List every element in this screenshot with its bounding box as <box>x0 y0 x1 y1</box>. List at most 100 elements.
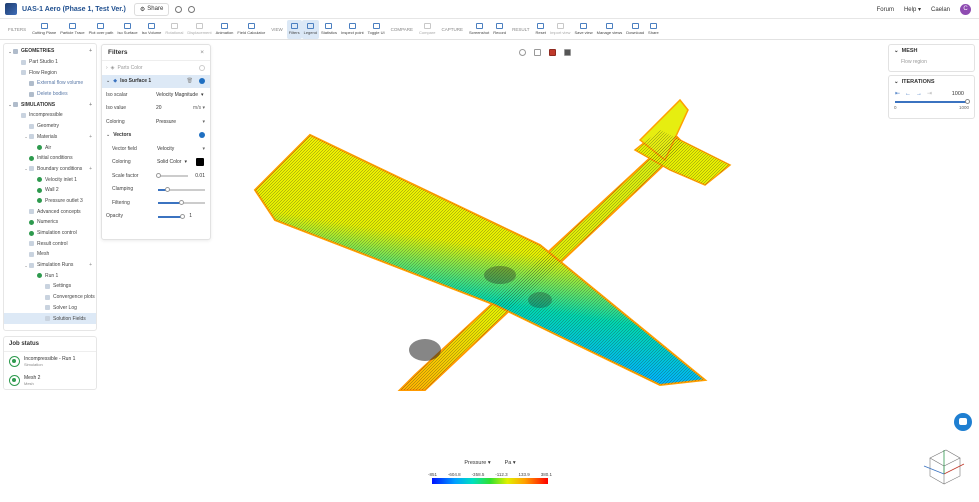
toolbar-button-statistics[interactable]: Statistics <box>319 20 339 39</box>
toolbar-button-reset[interactable]: Reset <box>534 20 548 39</box>
tree-item[interactable]: Simulation control <box>4 228 96 239</box>
slider-knob[interactable] <box>179 200 184 205</box>
color-swatch[interactable] <box>196 158 204 167</box>
tree-item[interactable]: Flow Region <box>4 67 96 78</box>
chat-button[interactable] <box>954 413 972 431</box>
toolbar-button-iso-surface[interactable]: Iso Surface <box>115 20 139 39</box>
forum-link[interactable]: Forum <box>877 7 894 13</box>
tree-item[interactable]: Advanced concepts <box>4 206 96 217</box>
close-icon[interactable]: × <box>200 49 204 56</box>
tree-item[interactable]: Part Studio 1 <box>4 57 96 68</box>
tree-item[interactable]: Velocity inlet 1 <box>4 174 96 185</box>
add-icon[interactable]: + <box>89 262 92 268</box>
toolbar-button-import-view[interactable]: Import view <box>548 20 572 39</box>
job-item[interactable]: Incompressible - Run 1 Simulation <box>4 352 96 371</box>
first-step-icon[interactable]: ⇤ <box>895 90 900 97</box>
toolbar-button-animation[interactable]: Animation <box>214 20 236 39</box>
delete-icon[interactable]: 🗑 <box>187 78 193 84</box>
scale-factor-slider[interactable] <box>155 173 188 178</box>
opacity-value[interactable]: 1 <box>189 213 192 219</box>
toolbar-button-legend[interactable]: Legend <box>301 19 319 39</box>
toolbar-button-manage-views[interactable]: Manage views <box>595 20 625 39</box>
tree-item[interactable]: Solution Fields <box>4 313 96 324</box>
view-settings-icon[interactable] <box>519 49 526 56</box>
avatar[interactable]: C <box>960 4 971 15</box>
parts-color-toggle[interactable] <box>199 64 205 71</box>
toolbar-button-toggle-ui[interactable]: Toggle UI <box>366 20 387 39</box>
vector-field-select[interactable]: Velocity <box>157 146 174 152</box>
surface-edges-icon[interactable] <box>564 49 571 56</box>
model-viewport[interactable] <box>240 95 740 395</box>
opacity-slider[interactable] <box>158 213 185 219</box>
iso-value-unit[interactable]: m/s ▾ <box>193 105 205 111</box>
iterations-header[interactable]: ⌄ ITERATIONS <box>889 76 974 88</box>
toolbar-button-field-calculator[interactable]: Field Calculator <box>235 20 267 39</box>
tree-item[interactable]: Result control <box>4 238 96 249</box>
add-icon[interactable]: + <box>89 134 92 140</box>
iso-value-input[interactable]: 20 <box>156 105 162 111</box>
tree-item[interactable]: Air <box>4 142 96 153</box>
job-item[interactable]: Mesh 2 Mesh <box>4 371 96 390</box>
tree-item[interactable]: Wall 2 <box>4 185 96 196</box>
tree-item[interactable]: External flow volume <box>4 78 96 89</box>
coloring-select[interactable]: Pressure <box>156 119 176 125</box>
link-icon[interactable] <box>175 5 183 13</box>
iteration-slider[interactable] <box>895 99 970 104</box>
toolbar-button-screenshot[interactable]: Screenshot <box>467 20 491 39</box>
tree-item[interactable]: Pressure outlet 3 <box>4 196 96 207</box>
toolbar-button-plot-over-path[interactable]: Plot over path <box>87 20 116 39</box>
last-step-icon[interactable]: ⇥ <box>927 90 932 97</box>
mesh-panel-header[interactable]: ⌄ MESH <box>889 45 974 57</box>
help-menu[interactable]: Help ▾ <box>904 6 921 13</box>
settings-icon[interactable] <box>188 5 196 13</box>
clamping-slider[interactable] <box>158 186 205 192</box>
tree-item[interactable]: ⌄ Boundary conditions + <box>4 164 96 175</box>
tree-item[interactable]: Numerics <box>4 217 96 228</box>
add-icon[interactable]: + <box>89 48 92 54</box>
iso-surface-toggle[interactable] <box>199 78 205 85</box>
toolbar-button-iso-volume[interactable]: Iso Volume <box>140 20 164 39</box>
toolbar-button-inspect-point[interactable]: Inspect point <box>339 20 366 39</box>
vectors-row[interactable]: ⌄ Vectors <box>102 129 210 143</box>
tree-item[interactable]: Convergence plots <box>4 292 96 303</box>
project-title[interactable]: UAS-1 Aero (Phase 1, Test Ver.) <box>22 6 126 13</box>
filtering-slider[interactable] <box>158 200 205 205</box>
tree-item[interactable]: Mesh <box>4 249 96 260</box>
tree-item[interactable]: Delete bodies <box>4 89 96 100</box>
add-icon[interactable]: + <box>89 102 92 108</box>
app-logo[interactable] <box>5 3 17 15</box>
toolbar-button-cutting-plane[interactable]: Cutting Plane <box>30 20 58 39</box>
toolbar-button-download[interactable]: Download <box>624 20 646 39</box>
toolbar-button-filters[interactable]: Filters <box>286 19 302 39</box>
orientation-cube[interactable] <box>912 436 972 496</box>
toolbar-button-save-view[interactable]: Save view <box>572 20 594 39</box>
solid-icon[interactable] <box>549 49 556 56</box>
tree-item[interactable]: Geometry <box>4 121 96 132</box>
slider-knob[interactable] <box>164 186 170 192</box>
tree-item[interactable]: ⌄ Simulation Runs + <box>4 260 96 271</box>
slider-knob[interactable] <box>155 173 161 178</box>
toolbar-button-particle-trace[interactable]: Particle Trace <box>58 20 86 39</box>
legend-unit-select[interactable]: Pa ▾ <box>505 460 516 466</box>
slider-knob[interactable] <box>965 99 970 104</box>
share-button[interactable]: ⚙ Share <box>133 2 170 16</box>
add-icon[interactable]: + <box>89 166 92 172</box>
step-forward-icon[interactable]: → <box>916 91 922 97</box>
legend-field-select[interactable]: Pressure ▾ <box>464 460 490 466</box>
toolbar-button-displacement[interactable]: Displacement <box>185 20 213 39</box>
iso-scalar-select[interactable]: Velocity Magnitude ▾ <box>156 92 204 98</box>
wireframe-icon[interactable] <box>534 49 541 56</box>
slider-knob[interactable] <box>179 213 185 219</box>
iteration-value[interactable]: 1000 <box>952 91 964 97</box>
parts-color-row[interactable]: › ◈ Parts Color <box>102 61 210 75</box>
toolbar-button-record[interactable]: Record <box>491 20 508 39</box>
mesh-flow-region[interactable]: Flow region <box>889 57 974 67</box>
scale-factor-value[interactable]: 0.01 <box>195 173 205 179</box>
user-name[interactable]: Caelan <box>931 7 950 13</box>
tree-section[interactable]: ⌄ SIMULATIONS + <box>4 99 96 110</box>
vectors-toggle[interactable] <box>199 132 205 139</box>
tree-section[interactable]: ⌄ GEOMETRIES + <box>4 46 96 57</box>
toolbar-button-compare[interactable]: Compare <box>417 20 437 39</box>
tree-item[interactable]: Initial conditions <box>4 153 96 164</box>
tree-item[interactable]: ⌄ Materials + <box>4 132 96 143</box>
